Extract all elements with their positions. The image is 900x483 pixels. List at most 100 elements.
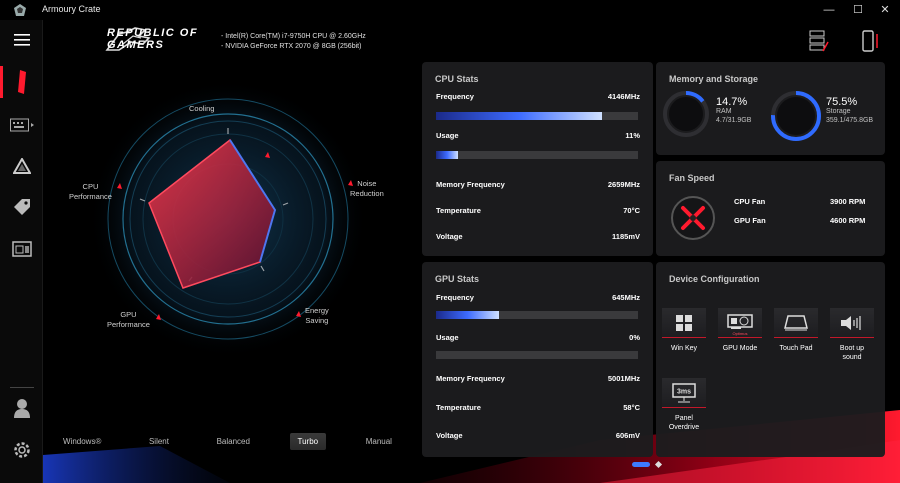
- cpu-fan-label: CPU Fan: [734, 197, 766, 206]
- cpu-frequency-fill: [436, 112, 602, 120]
- panel-overdrive-toggle[interactable]: 3ms Panel Overdrive: [662, 378, 706, 432]
- gpu-frequency-row: Frequency 645MHz: [436, 293, 640, 302]
- storage-detail: 359.1/475.8GB: [826, 117, 874, 124]
- sidebar-item-gamevisual[interactable]: [0, 231, 43, 267]
- memory-storage-panel: Memory and Storage 14.7% RAM 4.7/31.9GB …: [656, 62, 885, 155]
- gpu-spec: - NVIDIA GeForce RTX 2070 @ 8GB (256bit): [221, 42, 362, 50]
- mode-balanced[interactable]: Balanced: [209, 433, 258, 450]
- gpu-fan-label: GPU Fan: [734, 216, 766, 225]
- panel-overdrive-icon: 3ms: [672, 382, 696, 402]
- boot-sound-toggle[interactable]: Boot up sound: [830, 308, 874, 362]
- cpu-voltage-row: Voltage 1185mV: [436, 232, 640, 241]
- win-key-label: Win Key: [670, 345, 698, 352]
- gpu-mode-sub: Optimus: [732, 331, 748, 336]
- mode-silent[interactable]: Silent: [141, 433, 177, 450]
- device-config-title: Device Configuration: [669, 274, 760, 284]
- gpu-stats-title: GPU Stats: [435, 274, 480, 284]
- triangle-icon: [12, 158, 31, 174]
- minimize-button[interactable]: —: [820, 2, 838, 18]
- mode-selector: Windows® Silent Balanced Turbo Manual: [55, 430, 400, 452]
- cpu-fan-value: 3900 RPM: [830, 197, 866, 206]
- radar-chart: [88, 79, 368, 359]
- radar-label-energy: Energy Saving: [305, 306, 329, 325]
- device-config-panel: Device Configuration Win Key Optimus GPU…: [656, 262, 885, 457]
- mode-windows[interactable]: Windows®: [55, 433, 109, 450]
- menu-button[interactable]: [0, 22, 43, 58]
- close-button[interactable]: ✕: [876, 2, 894, 18]
- sidebar-divider: [10, 387, 34, 388]
- cpu-temp-row: Temperature 70°C: [436, 206, 640, 215]
- storage-info: 75.5% Storage 359.1/475.8GB: [826, 97, 874, 125]
- panel-overdrive-label: Panel Overdrive: [668, 415, 700, 431]
- page-dot[interactable]: [654, 460, 663, 469]
- system-specs: - Intel(R) Core(TM) i7-9750H CPU @ 2.60G…: [221, 32, 366, 51]
- cpu-usage-fill: [436, 151, 459, 159]
- boot-sound-icon: [841, 315, 861, 330]
- fan-speed-title: Fan Speed: [669, 173, 715, 183]
- operating-mode-radar: Cooling Noise Reduction Energy Saving GPU P…: [43, 62, 413, 422]
- overdrive-badge: 3ms: [677, 388, 691, 395]
- cpu-usage-bar: [436, 151, 638, 159]
- rog-eye-icon: [17, 70, 26, 94]
- device-monitor-icon[interactable]: [809, 30, 829, 52]
- gpu-memfreq-row: Memory Frequency 5001MHz: [436, 374, 640, 383]
- gpu-frequency-fill: [436, 311, 499, 319]
- ram-detail: 4.7/31.9GB: [716, 117, 752, 124]
- sidebar-item-aura[interactable]: [0, 148, 43, 184]
- sidebar-item-deals[interactable]: [0, 189, 43, 225]
- fan-speed-panel: Fan Speed CPU Fan 3900 RPM GPU Fan 4600 …: [656, 161, 885, 256]
- cpu-stats-panel: CPU Stats Frequency 4146MHz Usage 11% Memo…: [422, 62, 653, 256]
- ram-info: 14.7% RAM 4.7/31.9GB: [716, 96, 752, 125]
- cpu-spec: - Intel(R) Core(TM) i7-9750H CPU @ 2.60G…: [221, 33, 366, 40]
- windows-key-icon: [676, 314, 692, 331]
- app-icon: [14, 4, 26, 16]
- gear-icon: [13, 442, 30, 458]
- gpu-usage-row: Usage 0%: [436, 333, 640, 342]
- cpu-memfreq-row: Memory Frequency 2659MHz: [436, 180, 640, 189]
- sidebar-item-home[interactable]: [0, 64, 43, 100]
- page-dot-active[interactable]: [632, 462, 650, 467]
- gpu-temp-row: Temperature 58°C: [436, 403, 640, 412]
- ram-label: RAM: [716, 108, 732, 115]
- fan-icon: [671, 196, 715, 240]
- cpu-frequency-bar: [436, 112, 638, 120]
- sidebar: [0, 20, 43, 483]
- cpu-stats-title: CPU Stats: [435, 74, 479, 84]
- win-key-toggle[interactable]: Win Key: [662, 308, 706, 353]
- memory-storage-title: Memory and Storage: [669, 74, 759, 84]
- boot-sound-label: Boot up sound: [839, 345, 865, 361]
- maximize-button[interactable]: ☐: [849, 2, 867, 18]
- mode-turbo[interactable]: Turbo: [289, 432, 327, 450]
- mode-manual[interactable]: Manual: [358, 433, 400, 450]
- gpu-fan-value: 4600 RPM: [830, 216, 866, 225]
- radar-label-cooling: Cooling: [189, 104, 215, 113]
- sidebar-item-settings[interactable]: [0, 432, 43, 468]
- gpu-usage-bar: [436, 351, 638, 359]
- mobile-device-icon[interactable]: [861, 30, 879, 52]
- ram-ring: [663, 91, 709, 137]
- user-icon: [13, 399, 30, 418]
- gpu-stats-panel: GPU Stats Frequency 645MHz Usage 0% Memory…: [422, 262, 653, 457]
- hamburger-icon: [13, 34, 30, 46]
- touchpad-toggle[interactable]: Touch Pad: [774, 308, 818, 353]
- ram-percent: 14.7%: [716, 96, 748, 108]
- sidebar-item-user[interactable]: [0, 390, 43, 426]
- title-bar: Armoury Crate — ☐ ✕: [0, 0, 900, 20]
- cpu-usage-row: Usage 11%: [436, 131, 640, 140]
- storage-ring: [771, 91, 821, 141]
- keyboard-icon: [9, 118, 34, 132]
- gpu-frequency-bar: [436, 311, 638, 319]
- gamevisual-icon: [11, 241, 32, 257]
- radar-label-cpu: CPU Performance: [69, 182, 112, 201]
- gpu-mode-label: GPU Mode: [722, 345, 758, 352]
- sidebar-item-keyboard[interactable]: [0, 107, 43, 143]
- radar-label-gpu: GPU Performance: [107, 310, 150, 329]
- window-title: Armoury Crate: [42, 4, 101, 14]
- rog-wordmark: REPUBLIC OF GAMERS: [107, 27, 199, 51]
- gpu-voltage-row: Voltage 606mV: [436, 431, 640, 440]
- touchpad-icon: [784, 314, 808, 330]
- tag-icon: [13, 199, 30, 215]
- gpu-mode-toggle[interactable]: Optimus GPU Mode: [718, 308, 762, 353]
- storage-label: Storage: [826, 108, 851, 115]
- touchpad-label: Touch Pad: [779, 345, 813, 352]
